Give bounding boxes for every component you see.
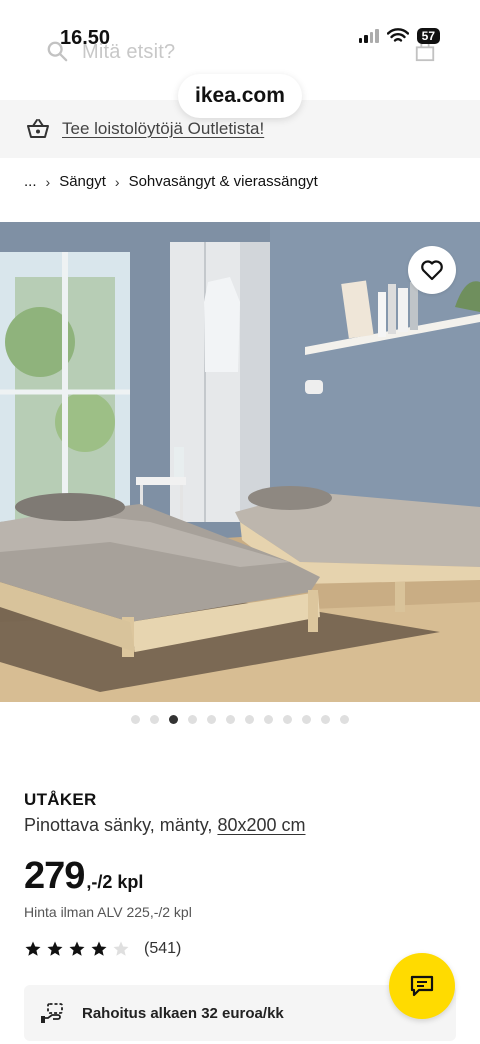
carousel-dot[interactable] [302, 715, 311, 724]
star-empty-icon [113, 941, 129, 956]
rating-stars [24, 940, 130, 958]
carousel-dot[interactable] [131, 715, 140, 724]
carousel-dot[interactable] [340, 715, 349, 724]
star-filled-icon [47, 941, 63, 956]
price-value: 279 [24, 855, 85, 897]
favorite-button[interactable] [408, 246, 456, 294]
carousel-dot[interactable] [169, 715, 178, 724]
carousel-dot[interactable] [150, 715, 159, 724]
url-bar[interactable]: ikea.com [178, 74, 302, 118]
product-price: 279 ,-/2 kpl [24, 855, 143, 898]
chevron-right-icon: › [114, 173, 120, 190]
chat-button[interactable] [389, 953, 455, 1019]
product-image[interactable] [0, 222, 480, 702]
rating[interactable]: (541) [24, 940, 181, 958]
status-icons: 57 [358, 28, 440, 44]
wifi-icon [386, 28, 409, 42]
breadcrumb-item-sofabeds[interactable]: Sohvasängyt & vierassängyt [129, 173, 318, 190]
carousel-dot[interactable] [188, 715, 197, 724]
product-description: Pinottava sänky, mänty, 80x200 cm [24, 815, 306, 836]
product-description-text: Pinottava sänky, mänty, [24, 815, 213, 835]
heart-icon [421, 260, 443, 281]
price-without-vat: Hinta ilman ALV 225,-/2 kpl [24, 904, 192, 920]
breadcrumb-item-beds[interactable]: Sängyt [59, 173, 106, 190]
carousel-dots[interactable] [0, 715, 480, 724]
financing-text: Rahoitus alkaen 32 euroa/kk [82, 1004, 284, 1022]
price-unit: ,-/2 kpl [86, 872, 144, 892]
review-count[interactable]: (541) [144, 940, 181, 958]
star-filled-icon [25, 941, 41, 956]
chevron-right-icon: › [45, 173, 51, 190]
breadcrumb: ... › Sängyt › Sohvasängyt & vierassängy… [24, 173, 318, 190]
product-name: UTÅKER [24, 790, 97, 809]
chat-icon [410, 975, 434, 997]
status-time: 16.50 [60, 27, 111, 49]
star-filled-icon [69, 941, 85, 956]
outlet-link[interactable]: Tee loistolöytöjä Outletista! [62, 119, 264, 139]
basket-icon [27, 119, 49, 138]
payment-hand-icon [41, 1003, 63, 1023]
breadcrumb-ellipsis[interactable]: ... [24, 173, 37, 190]
carousel-dot[interactable] [207, 715, 216, 724]
carousel-dot[interactable] [283, 715, 292, 724]
product-size-link[interactable]: 80x200 cm [217, 815, 305, 835]
signal-icon [358, 29, 379, 43]
carousel-dot[interactable] [245, 715, 254, 724]
carousel-dot[interactable] [321, 715, 330, 724]
star-filled-icon [91, 941, 107, 956]
battery-icon: 57 [416, 28, 440, 44]
carousel-dot[interactable] [264, 715, 273, 724]
carousel-dot[interactable] [226, 715, 235, 724]
